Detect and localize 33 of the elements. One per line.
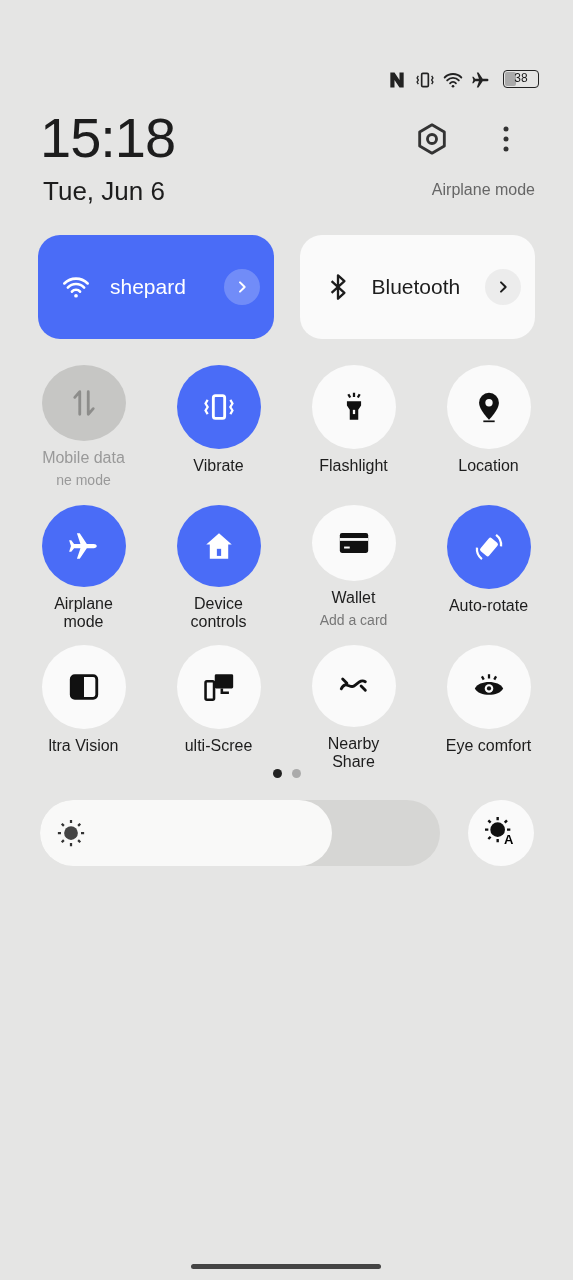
tile-label: Location xyxy=(458,457,519,475)
tile-sublabel: Add a card xyxy=(319,611,388,630)
settings-icon[interactable] xyxy=(415,122,449,156)
vibrate-icon xyxy=(415,70,435,90)
wifi-icon xyxy=(443,70,463,90)
nfc-icon xyxy=(387,70,407,90)
tile-label: Wallet xyxy=(331,589,376,607)
mode-text: Airplane mode xyxy=(431,180,535,200)
chevron-icon[interactable] xyxy=(485,269,521,305)
page-indicator-dot[interactable] xyxy=(291,769,301,778)
tile-label: shepard xyxy=(110,274,186,301)
tile-label: Airplane mode xyxy=(54,595,113,631)
airplane-icon xyxy=(471,70,491,90)
tile-label: Auto-rotate xyxy=(448,597,529,615)
tile-label: Vibrate xyxy=(193,457,244,475)
tile-label: ltra Vision xyxy=(48,737,119,755)
tile-label: Eye comfort xyxy=(445,737,532,755)
chevron-icon[interactable] xyxy=(223,269,260,305)
tile-label: Flashlight xyxy=(319,457,388,475)
tile-label: Nearby Share xyxy=(327,735,380,771)
page-indicator-dot[interactable] xyxy=(272,769,282,778)
tile-label: ulti-Scree xyxy=(184,737,253,755)
wifi-tile[interactable]: shepard xyxy=(38,235,274,339)
clock-time: 15:18 xyxy=(40,110,176,166)
tile-label: Mobile data xyxy=(42,449,125,467)
brightness-icon xyxy=(56,818,86,848)
tile-label: Bluetooth xyxy=(371,274,461,301)
auto-brightness-button[interactable]: A xyxy=(468,800,534,866)
tile-label: Device controls xyxy=(190,595,247,631)
bluetooth-tile[interactable]: Bluetooth xyxy=(299,235,535,339)
tile-sublabel: ne mode xyxy=(56,471,111,490)
date-text: Tue, Jun 6 xyxy=(43,175,166,208)
battery-icon: 38 xyxy=(503,70,539,88)
